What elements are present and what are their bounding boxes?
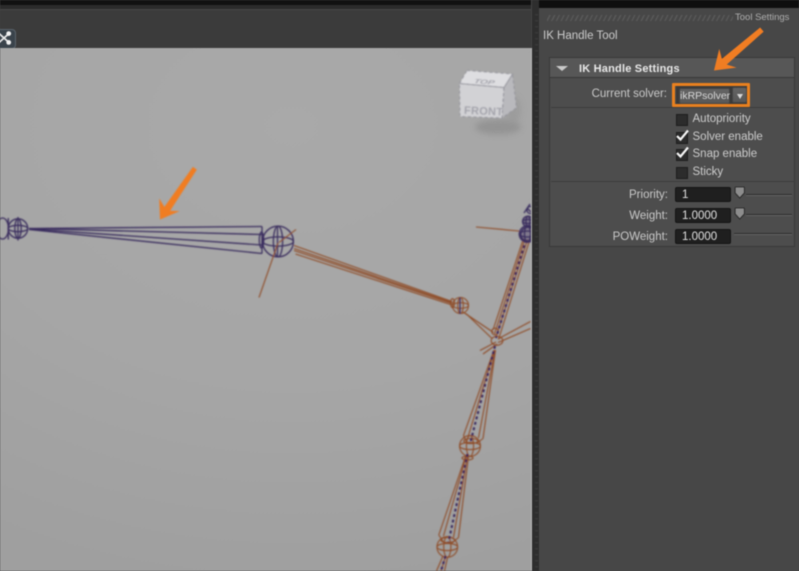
svg-text:FRONT: FRONT: [464, 105, 504, 119]
